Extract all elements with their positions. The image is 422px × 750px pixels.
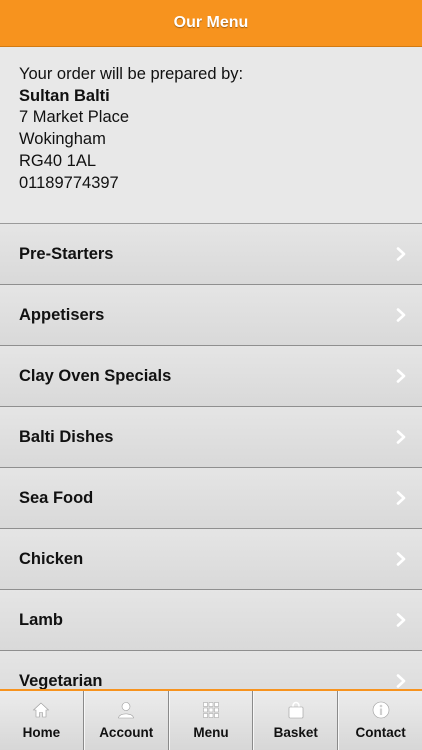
menu-item-sea-food[interactable]: Sea Food [0,468,422,529]
page-title: Our Menu [173,14,249,31]
chevron-right-icon [396,674,406,688]
chevron-right-icon [396,430,406,444]
menu-item-balti-dishes[interactable]: Balti Dishes [0,407,422,468]
menu-item-label: Chicken [19,549,84,568]
menu-item-label: Pre-Starters [19,244,114,263]
tab-home[interactable]: Home [0,691,84,750]
home-icon [33,702,50,718]
menu-item-label: Sea Food [19,488,94,507]
tab-label: Basket [273,725,318,740]
restaurant-postcode: RG40 1AL [19,151,97,170]
menu-item-lamb[interactable]: Lamb [0,590,422,651]
grid-icon [203,702,219,718]
restaurant-address: 7 Market Place [19,108,130,127]
tab-account[interactable]: Account [83,691,169,750]
menu-item-label: Clay Oven Specials [19,366,172,385]
chevron-right-icon [396,369,406,383]
tab-label: Account [99,725,154,740]
bag-icon [288,701,304,719]
restaurant-info: Your order will be prepared by: Sultan B… [0,47,422,224]
menu-item-appetisers[interactable]: Appetisers [0,285,422,346]
chevron-right-icon [396,552,406,566]
chevron-right-icon [396,491,406,505]
tab-label: Menu [193,725,229,740]
menu-item-pre-starters[interactable]: Pre-Starters [0,224,422,285]
menu-item-label: Balti Dishes [19,427,114,446]
menu-item-clay-oven-specials[interactable]: Clay Oven Specials [0,346,422,407]
menu-item-vegetarian[interactable]: Vegetarian [0,651,422,690]
menu-item-chicken[interactable]: Chicken [0,529,422,590]
menu-item-label: Vegetarian [19,671,103,690]
chevron-right-icon [396,247,406,261]
app-header: Our Menu [0,0,422,47]
tab-contact[interactable]: Contact [338,691,422,750]
tab-basket[interactable]: Basket [253,691,339,750]
restaurant-town: Wokingham [19,130,106,149]
prepared-by-text: Your order will be prepared by: [19,65,244,83]
bottom-tab-bar: Home Account Menu Basket Contact [0,689,422,750]
restaurant-name: Sultan Balti [19,86,110,105]
menu-category-list[interactable]: Pre-Starters Appetisers Clay Oven Specia… [0,224,422,690]
info-icon [372,701,389,719]
tab-menu[interactable]: Menu [168,691,254,750]
user-icon [118,702,135,719]
tab-label: Home [22,725,61,740]
restaurant-phone: 01189774397 [19,173,119,192]
menu-item-label: Appetisers [19,305,105,324]
tab-label: Contact [355,725,406,740]
chevron-right-icon [396,308,406,322]
chevron-right-icon [396,613,406,627]
menu-item-label: Lamb [19,610,64,629]
